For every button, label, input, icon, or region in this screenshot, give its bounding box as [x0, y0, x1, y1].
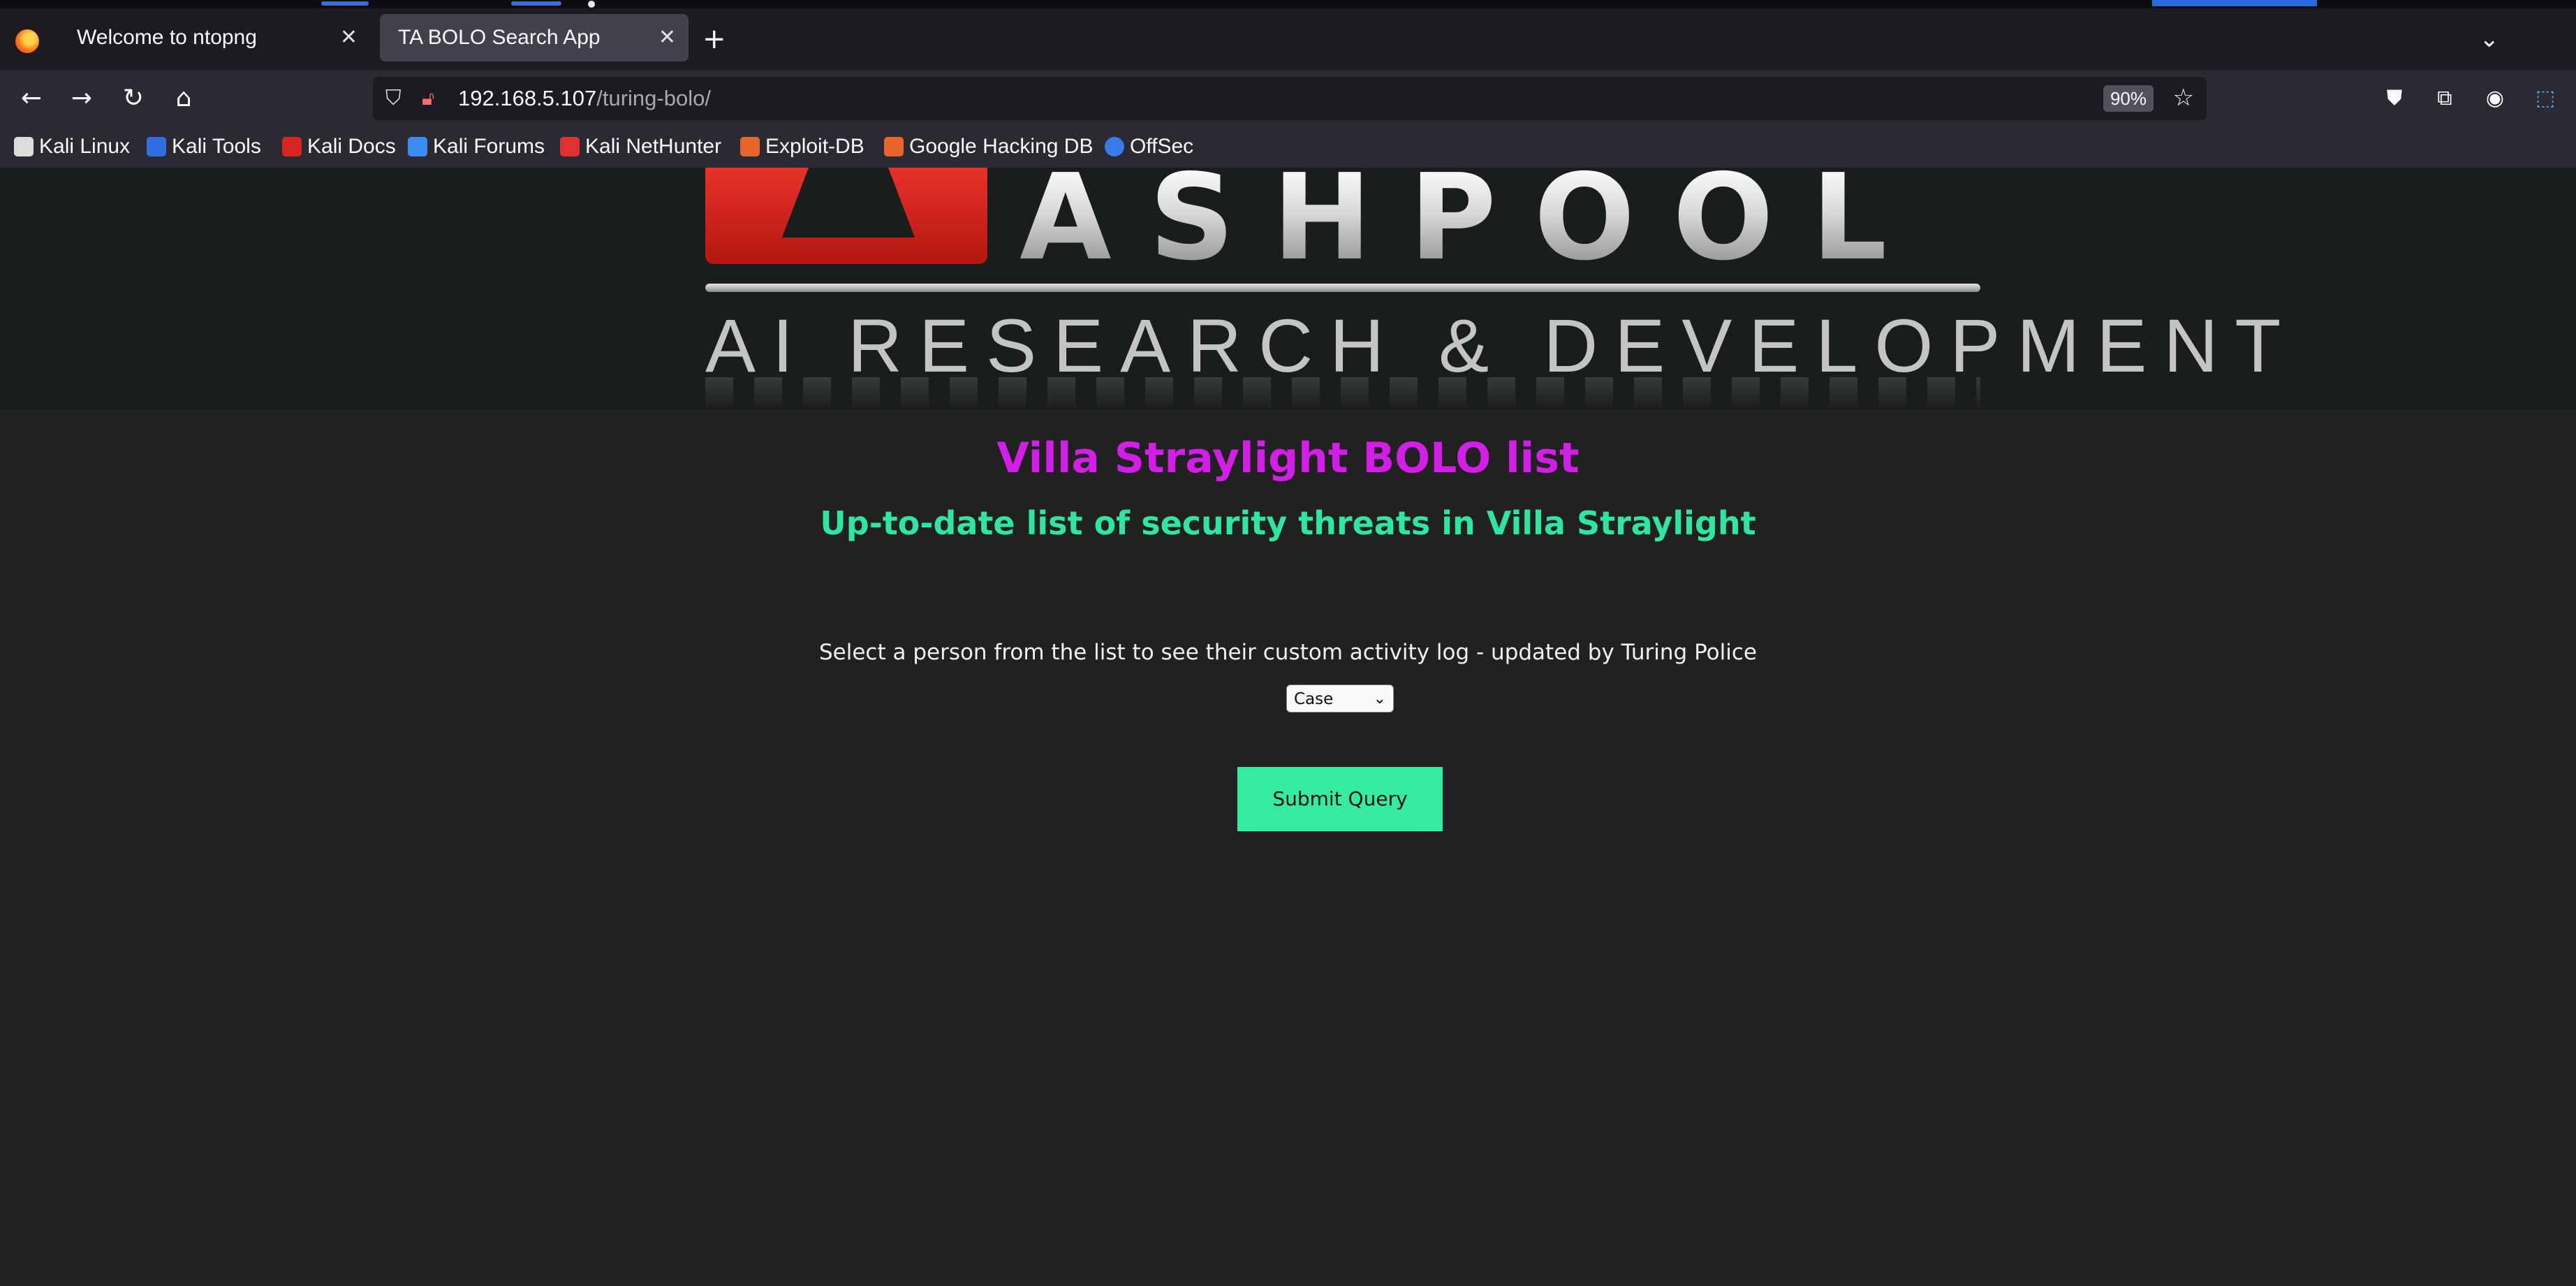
bookmark-kali-docs[interactable]: Kali Docs — [282, 133, 396, 161]
workspace-indicator[interactable] — [321, 1, 369, 6]
header-banner: ASHPOOL AI RESEARCH & DEVELOPMENT — [0, 159, 2576, 409]
exploit-db-icon — [740, 137, 760, 156]
bookmark-kali-linux[interactable]: Kali Linux — [14, 133, 130, 161]
pocket-icon[interactable]: ⛊ — [2376, 80, 2413, 117]
tab-label: TA BOLO Search App — [398, 26, 601, 49]
bookmark-kali-tools[interactable]: Kali Tools — [147, 133, 261, 161]
bookmark-label: Kali Linux — [39, 135, 131, 158]
bookmark-label: Kali Tools — [172, 135, 261, 158]
ashpool-logo: ASHPOOL AI RESEARCH & DEVELOPMENT — [705, 159, 2281, 409]
bookmark-kali-nethunter[interactable]: Kali NetHunter — [560, 133, 721, 161]
address-bar[interactable]: ⛉ 🔓︎ 192.168.5.107/turing-bolo/ 90% ☆ — [373, 77, 2207, 120]
logo-red-emblem — [705, 168, 987, 264]
extensions-icon[interactable]: ⧉ — [2426, 80, 2464, 117]
chevron-down-icon[interactable]: ⌄ — [2480, 24, 2500, 54]
person-select[interactable]: Case ⌄ — [1286, 685, 1394, 713]
page-title: Villa Straylight BOLO list — [996, 434, 1580, 483]
tab-bar: Welcome to ntopng ✕ TA BOLO Search App ✕… — [0, 8, 2576, 70]
account-icon[interactable]: ◉ — [2476, 80, 2514, 117]
zoom-level-badge[interactable]: 90% — [2103, 85, 2154, 112]
tab-label: Welcome to ntopng — [77, 26, 257, 49]
logo-tagline: AI RESEARCH & DEVELOPMENT — [705, 303, 2298, 388]
tab-ntopng[interactable]: Welcome to ntopng ✕ — [59, 14, 370, 61]
nethunter-icon — [560, 137, 580, 156]
bookmark-label: Exploit-DB — [765, 135, 864, 158]
bookmark-label: Kali Docs — [307, 135, 396, 158]
back-arrow-icon[interactable]: ← — [13, 80, 50, 117]
submit-query-button[interactable]: Submit Query — [1237, 767, 1443, 831]
close-icon[interactable]: ✕ — [658, 24, 676, 52]
star-bookmark-icon[interactable]: ☆ — [2173, 84, 2194, 112]
navigation-toolbar: ← → ↻ ⌂ ⛉ 🔓︎ 192.168.5.107/turing-bolo/ … — [0, 70, 2576, 127]
bookmark-label: Kali Forums — [433, 135, 545, 158]
bookmark-exploit-db[interactable]: Exploit-DB — [740, 133, 864, 161]
tab-bolo-search[interactable]: TA BOLO Search App ✕ — [380, 14, 689, 61]
page-subtitle: Up-to-date list of security threats in V… — [820, 504, 1756, 542]
instructions-text: Select a person from the list to see the… — [818, 640, 1757, 665]
url-path: /turing-bolo/ — [596, 86, 711, 110]
close-icon[interactable]: ✕ — [340, 24, 358, 52]
logo-reflection — [705, 377, 1980, 409]
web-page: ASHPOOL AI RESEARCH & DEVELOPMENT Villa … — [0, 159, 2576, 1286]
status-dot-icon — [588, 1, 595, 8]
insecure-lock-icon[interactable]: 🔓︎ — [422, 85, 434, 112]
forward-arrow-icon[interactable]: → — [63, 80, 101, 117]
url-host: 192.168.5.107 — [458, 86, 597, 110]
logo-divider — [705, 284, 1980, 292]
kali-dragon-icon — [14, 137, 34, 156]
workspace-indicator[interactable] — [511, 1, 561, 6]
ghdb-icon — [884, 137, 904, 156]
shield-icon[interactable]: ⛉ — [385, 85, 402, 112]
kali-docs-icon — [282, 137, 302, 156]
firefox-logo-icon — [15, 29, 39, 53]
home-icon[interactable]: ⌂ — [165, 80, 203, 117]
os-top-strip — [0, 0, 2576, 8]
bookmark-kali-forums[interactable]: Kali Forums — [408, 133, 545, 161]
logo-wordmark: ASHPOOL — [1020, 149, 1925, 287]
url-text[interactable]: 192.168.5.107/turing-bolo/ — [458, 85, 711, 112]
reload-icon[interactable]: ↻ — [115, 80, 152, 117]
taskbar-highlight — [2152, 0, 2317, 6]
plus-icon[interactable]: + — [702, 24, 726, 54]
kali-tools-icon — [147, 137, 166, 156]
kali-forums-icon — [408, 137, 427, 156]
chevron-down-icon: ⌄ — [1373, 690, 1386, 708]
select-value: Case — [1294, 690, 1334, 708]
screenshot-icon[interactable]: ⬚ — [2526, 80, 2564, 117]
bookmark-label: Kali NetHunter — [585, 135, 722, 158]
